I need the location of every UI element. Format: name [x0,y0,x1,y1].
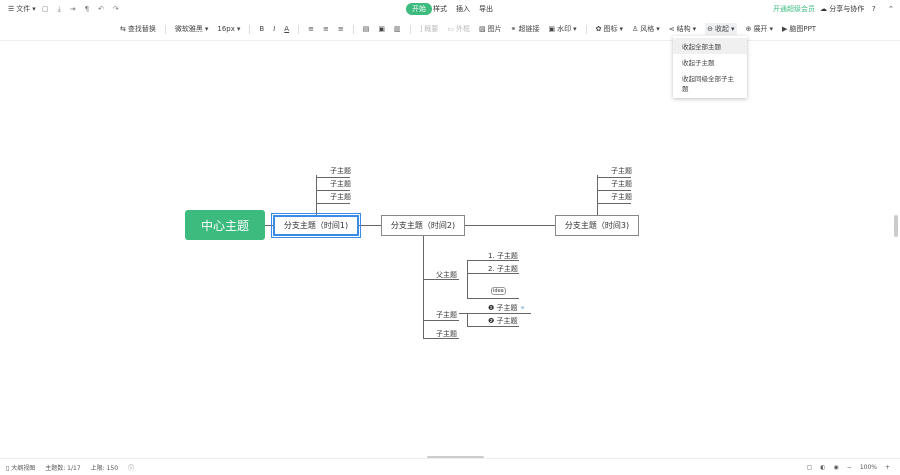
zoom-out-button[interactable]: − [847,464,852,471]
menu-item-collapse-all[interactable]: 收起全部主题 [673,38,747,54]
connector-line [597,190,631,191]
align-right-icon[interactable]: ≡ [338,25,344,33]
connector-line [467,313,468,326]
connector-line [597,203,631,204]
connector-line [358,225,381,226]
tab-insert[interactable]: 插入 [456,4,470,14]
theme-icon[interactable]: ◐ [820,464,825,471]
divider [409,24,411,34]
subtopic[interactable]: 子主题 [330,192,351,202]
connector-line [467,260,468,298]
info-icon[interactable]: ⓘ [128,463,134,472]
mindmap-canvas[interactable]: 中心主题 分支主题（时间1) 分支主题（时间2) 分支主题（时间3) 子主题 子… [0,40,900,458]
find-replace-button[interactable]: ⇆ 查找替换 [120,24,156,34]
subtopic[interactable]: 子主题 [330,179,351,189]
shape-icon[interactable]: ▥ [394,25,401,33]
share-button[interactable]: ☁ 分享与协作 [820,4,864,14]
divider [352,24,354,34]
tab-start[interactable]: 开始 [406,3,432,15]
icon-button[interactable]: ✿ 图标 ▾ [596,24,623,34]
watermark-button[interactable]: ▣ 水印 ▾ [548,24,576,34]
vertical-scrollbar[interactable] [894,215,898,237]
connector-line [597,175,598,219]
connector-line [316,177,350,178]
connector-line [423,235,424,339]
connector-line [316,190,350,191]
numbered-subtopic-1[interactable]: 1. 子主题 [488,251,518,261]
parent-topic[interactable]: 父主题 [436,270,457,280]
topic-count: 主题数: 1/17 [45,464,81,472]
topic-limit: 上限: 150 [90,464,119,472]
subtopic[interactable]: 子主题 [611,179,632,189]
outline-view-button[interactable]: ▯ 大纲视图 [6,463,35,472]
branch-topic-2[interactable]: 分支主题（时间2) [381,215,465,236]
subtopic[interactable]: 子主题 [611,166,632,176]
italic-button[interactable]: I [273,25,275,33]
marked-subtopic-1[interactable]: ❶ 子主题 ⚭ [488,303,526,313]
connector-line [264,225,273,226]
zoom-in-button[interactable]: + [885,464,890,471]
collapse-button[interactable]: ⊖ 收起 ▾ [705,23,737,35]
zoom-level: 100% [859,463,877,471]
bold-button[interactable]: B [259,25,264,33]
image-button[interactable]: ▨ 图片 [479,24,502,34]
fill-icon[interactable]: ▣ [378,25,385,33]
structure-button[interactable]: ⋖ 结构 ▾ [669,24,696,34]
locate-icon[interactable]: ◉ [834,464,839,471]
quick-actions[interactable]: ▢⤓⇥¶↶↷ [42,5,128,14]
align-left-icon[interactable]: ≡ [308,25,314,33]
ppt-button[interactable]: ▶ 脑图PPT [782,24,816,34]
connector-line [423,320,459,321]
expand-button[interactable]: ⊕ 展开 ▾ [746,24,773,34]
menu-icon: ☰ [8,5,15,13]
connector-line [467,326,519,327]
divider [585,24,587,34]
link-button[interactable]: ⚭ 超链接 [511,24,540,34]
marked-subtopic-2[interactable]: ❷ 子主题 [488,316,518,326]
connector-line [316,203,350,204]
font-select[interactable]: 微软雅黑 ▾ [175,24,209,34]
idea-node[interactable]: idea [491,287,506,295]
subtopic[interactable]: 子主题 [436,310,457,320]
branch-topic-1[interactable]: 分支主题（时间1) [271,213,361,238]
tab-export[interactable]: 导出 [479,4,493,14]
subtopic[interactable]: 子主题 [436,329,457,339]
branch-topic-3[interactable]: 分支主题（时间3) [555,215,639,236]
link-icon[interactable]: ⚭ [520,304,526,312]
fit-icon[interactable]: ▢ [807,464,813,471]
connector-line [459,313,531,314]
connector-line [467,298,519,299]
frame-button[interactable]: ▭ 外框 [447,24,470,34]
connector-line [465,225,555,226]
tab-style[interactable]: 样式 [433,4,447,14]
subtopic[interactable]: 子主题 [611,192,632,202]
numbered-subtopic-2[interactable]: 2. 子主题 [488,264,518,274]
center-topic[interactable]: 中心主题 [185,210,265,240]
divider [249,24,251,34]
style-button[interactable]: ♙ 风格 ▾ [632,24,660,34]
status-bar: ▯ 大纲视图 主题数: 1/17 上限: 150 ⓘ ▢ ◐ ◉ −100% + [0,458,900,475]
connector-line [597,177,631,178]
help-button[interactable]: ? [872,5,876,13]
font-color-button[interactable]: A [284,25,289,33]
border-icon[interactable]: ▤ [363,25,370,33]
file-menu[interactable]: ☰ 文件 ▾ [8,4,36,14]
connector-line [316,175,317,219]
collapse-toolbar-icon[interactable]: ⌃ [888,5,894,13]
vip-link[interactable]: 开通超级会员 [773,4,815,14]
align-center-icon[interactable]: ≡ [323,25,329,33]
menu-item-collapse-sub[interactable]: 收起子主题 [673,54,747,70]
size-select[interactable]: 16px ▾ [217,25,240,33]
menu-item-collapse-sibling[interactable]: 收起同级全部子主题 [673,70,747,96]
collapse-dropdown: 收起全部主题 收起子主题 收起同级全部子主题 [673,36,747,98]
divider [164,24,166,34]
zoom-controls: ▢ ◐ ◉ −100% + [807,464,890,471]
subtopic[interactable]: 子主题 [330,166,351,176]
top-bar: ☰ 文件 ▾ ▢⤓⇥¶↶↷ 开始 样式 插入 导出 开通超级会员 ☁ 分享与协作 ?… [0,0,900,18]
divider [298,24,300,34]
summary-button[interactable]: ] 概要 [420,24,439,34]
